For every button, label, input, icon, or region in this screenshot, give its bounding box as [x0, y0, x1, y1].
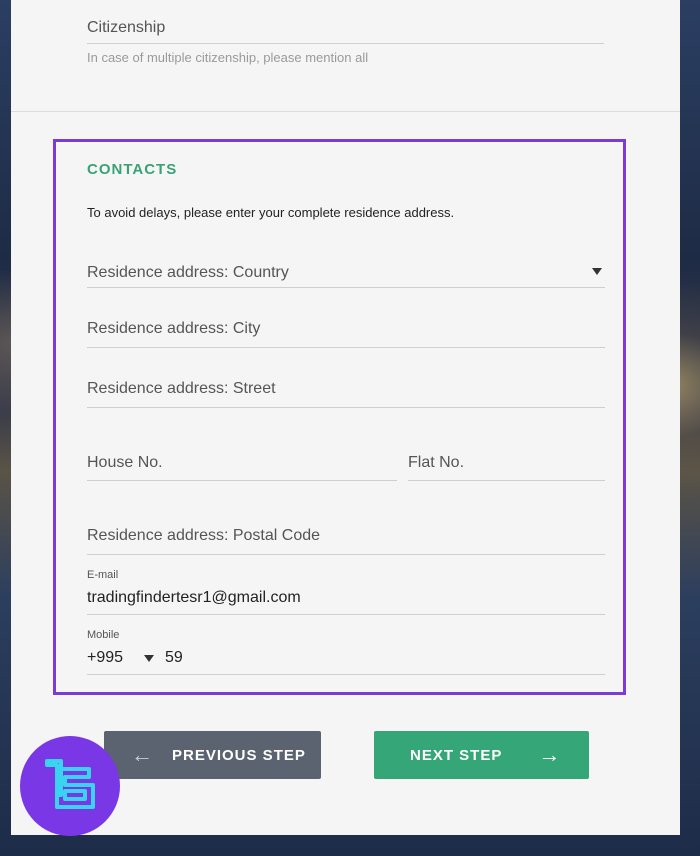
mobile-field[interactable]: Mobile +995 59 — [87, 628, 605, 675]
chevron-down-icon[interactable] — [592, 268, 602, 275]
citizenship-underline — [87, 43, 604, 44]
contacts-title: CONTACTS — [87, 161, 178, 178]
flat-number-input[interactable]: Flat No. — [408, 449, 605, 481]
house-placeholder: House No. — [87, 454, 163, 471]
arrow-right-icon: → — [538, 742, 562, 767]
section-divider — [11, 111, 680, 112]
city-placeholder: Residence address: City — [87, 320, 261, 337]
citizenship-label: Citizenship — [87, 19, 166, 36]
postal-underline — [87, 554, 605, 555]
postal-placeholder: Residence address: Postal Code — [87, 527, 321, 544]
city-input[interactable]: Residence address: City — [87, 316, 605, 348]
mobile-number-value[interactable]: 59 — [165, 649, 183, 667]
street-placeholder: Residence address: Street — [87, 380, 276, 397]
email-value: tradingfindertesr1@gmail.com — [87, 589, 301, 606]
street-underline — [87, 407, 605, 408]
email-underline — [87, 614, 605, 615]
next-step-label: NEXT STEP — [410, 746, 503, 764]
citizenship-field[interactable]: Citizenship — [87, 16, 604, 44]
previous-step-button[interactable]: ← PREVIOUS STEP — [104, 731, 321, 779]
contacts-intro: To avoid delays, please enter your compl… — [87, 205, 455, 220]
country-underline — [87, 287, 605, 288]
street-input[interactable]: Residence address: Street — [87, 376, 605, 408]
flat-placeholder: Flat No. — [408, 454, 465, 471]
mobile-label: Mobile — [87, 629, 120, 641]
tradingfinder-logo-icon — [20, 736, 120, 836]
city-underline — [87, 347, 605, 348]
country-placeholder: Residence address: Country — [87, 264, 289, 281]
email-field[interactable]: E-mail tradingfindertesr1@gmail.com — [87, 568, 605, 615]
house-underline — [87, 480, 397, 481]
flat-underline — [408, 480, 605, 481]
previous-step-label: PREVIOUS STEP — [172, 746, 306, 764]
mobile-country-code[interactable]: +995 — [87, 649, 123, 667]
house-number-input[interactable]: House No. — [87, 449, 397, 481]
citizenship-hint: In case of multiple citizenship, please … — [87, 50, 369, 65]
chevron-down-icon[interactable] — [144, 655, 154, 662]
next-step-button[interactable]: NEXT STEP → — [374, 731, 589, 779]
mobile-underline — [87, 674, 605, 675]
email-label: E-mail — [87, 569, 119, 581]
logo-mark — [45, 759, 95, 809]
arrow-left-icon: ← — [131, 742, 154, 767]
postal-code-input[interactable]: Residence address: Postal Code — [87, 523, 605, 555]
country-select[interactable]: Residence address: Country — [87, 258, 605, 288]
